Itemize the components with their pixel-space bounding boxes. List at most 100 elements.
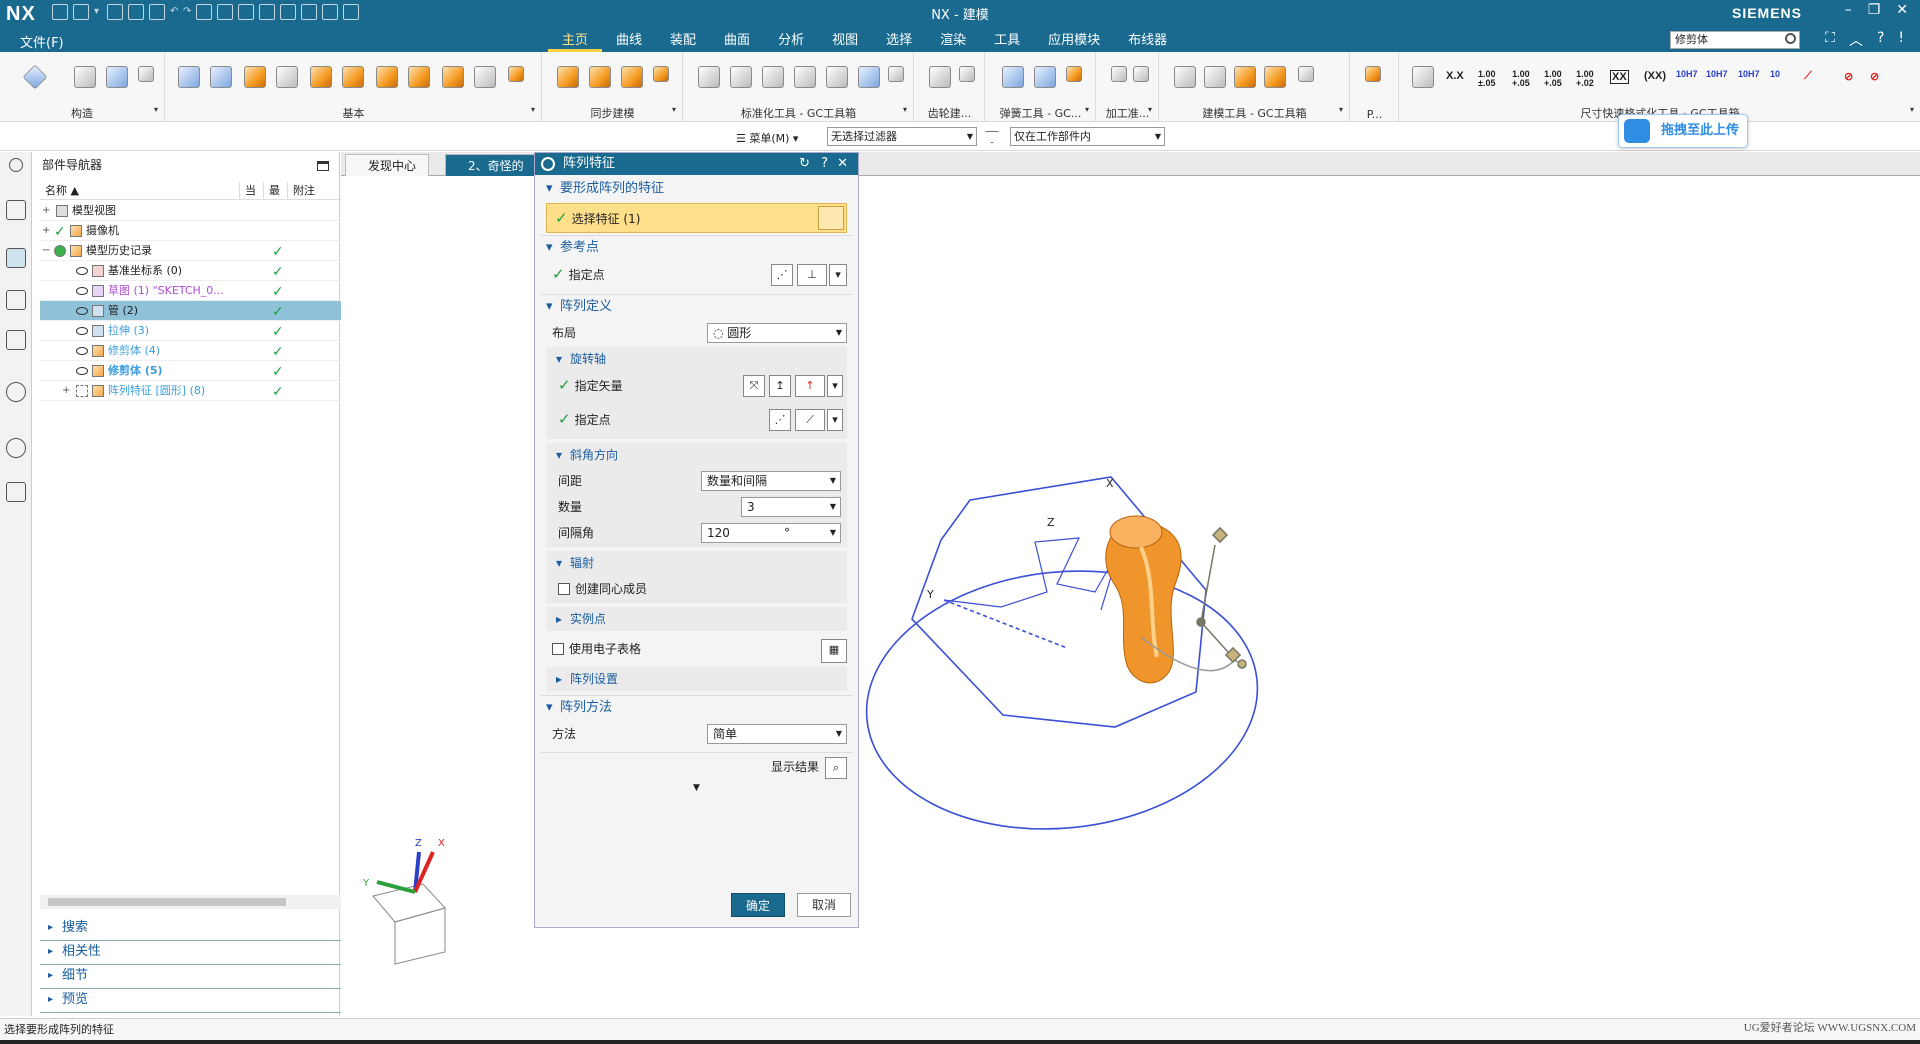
expand-toggle[interactable]: + (42, 221, 52, 241)
machining-icon[interactable] (1111, 66, 1127, 82)
chamfer-icon[interactable] (376, 66, 398, 88)
spring-3-icon[interactable] (1066, 66, 1082, 82)
section-preview[interactable]: 预览 (40, 989, 370, 1013)
constraint-navigator-icon[interactable] (6, 290, 26, 310)
eye-icon[interactable] (76, 287, 88, 295)
col-current[interactable]: 当 (240, 182, 264, 199)
scroll-thumb[interactable] (48, 898, 286, 906)
gc-tool-1-icon[interactable] (698, 66, 720, 88)
settings-gear-icon[interactable] (9, 158, 23, 172)
reuse-library-icon[interactable] (6, 330, 26, 350)
fit-2-icon[interactable]: 10H7 (1706, 70, 1728, 79)
hole-icon[interactable] (310, 66, 332, 88)
block-header[interactable]: 阵列定义 (540, 295, 853, 319)
horizontal-scrollbar[interactable] (40, 895, 370, 909)
reverse-direction-icon[interactable]: ⤧ (743, 375, 765, 397)
col-note[interactable]: 附注 (288, 182, 338, 199)
p-tool-icon[interactable] (1365, 66, 1381, 82)
delete-face-icon[interactable] (589, 66, 611, 88)
chevron-down-icon[interactable]: ▾ (827, 409, 843, 431)
tab-view[interactable]: 视图 (818, 32, 872, 52)
tree-row-model-views[interactable]: + 模型视图 (40, 201, 370, 221)
inferred-point-icon[interactable]: ⟋ (795, 409, 825, 431)
gc-tool-3-icon[interactable] (762, 66, 784, 88)
gc-tool-6-icon[interactable] (858, 66, 880, 88)
roles-icon[interactable] (6, 482, 26, 502)
web-browser-icon[interactable] (6, 382, 26, 402)
inferred-point-icon[interactable]: ⊥ (797, 264, 827, 286)
fit-4-icon[interactable]: 10 (1770, 70, 1780, 79)
pattern-feature-icon[interactable] (474, 66, 496, 88)
tree-row-extrude[interactable]: 拉伸 (3) ✓ (40, 321, 370, 341)
part-navigator-icon[interactable] (6, 248, 26, 268)
tolerance-icon[interactable]: 1.00 ±.05 (1478, 70, 1496, 88)
tree-row-cameras[interactable]: + ✓ 摄像机 (40, 221, 370, 241)
chevron-down-icon[interactable]: ▾ (531, 105, 535, 114)
close-icon[interactable]: ✕ (837, 153, 848, 175)
chevron-down-icon[interactable]: ▾ (1148, 105, 1152, 114)
select-feature-field[interactable]: ✓ 选择特征 (1) (546, 203, 847, 233)
extrude-icon[interactable] (178, 66, 200, 88)
arrow-tool-icon[interactable]: ⟋ (1804, 70, 1812, 83)
draft-icon[interactable] (442, 66, 464, 88)
gear-icon[interactable] (929, 66, 951, 88)
magnifier-icon[interactable]: ⌕ (825, 757, 847, 779)
chevron-down-icon[interactable]: ▾ (154, 105, 158, 114)
tree-row-model-history[interactable]: − 模型历史记录 ✓ (40, 241, 370, 261)
chevron-down-icon[interactable]: ▾ (829, 264, 847, 286)
file-menu[interactable]: 文件(F) (20, 32, 64, 51)
eye-icon[interactable] (76, 347, 88, 355)
col-name[interactable]: 名称 ▲ (40, 182, 240, 199)
view-triad[interactable]: Z X Y (362, 838, 446, 965)
subblock-header[interactable]: 实例点 (546, 607, 847, 631)
specify-point2-row[interactable]: ✓ 指定点 ⋰ ⟋ ▾ (546, 405, 847, 439)
tab-render[interactable]: 渲染 (926, 32, 980, 52)
filter-icon[interactable] (985, 131, 999, 143)
eye-icon[interactable] (76, 267, 88, 275)
move-face-icon[interactable] (557, 66, 579, 88)
concentric-checkbox[interactable] (558, 583, 570, 595)
restore-icon[interactable]: ❐ (1868, 2, 1881, 18)
gc-tool-7-icon[interactable] (888, 66, 904, 82)
unite-icon[interactable] (508, 66, 524, 82)
more-options-chevron-icon[interactable]: ▼ (540, 783, 853, 799)
fullscreen-icon[interactable]: ⛶ (1825, 30, 1835, 50)
spacing-dropdown[interactable]: 数量和间隔 ▼ (701, 471, 841, 491)
ref-xx-icon[interactable]: (XX) (1644, 70, 1666, 82)
eye-icon[interactable] (76, 367, 88, 375)
tree-row-pattern-feature[interactable]: + 阵列特征 [圆形] (8) ✓ (40, 381, 370, 401)
cylinder-icon[interactable] (276, 66, 298, 88)
tab-analysis[interactable]: 分析 (764, 32, 818, 52)
dimension-icon[interactable] (1412, 66, 1434, 88)
specify-point-row[interactable]: ✓ 指定点 ⋰ ⊥ ▾ (540, 260, 853, 294)
tree-row-sketch[interactable]: 草图 (1) "SKETCH_0... ✓ (40, 281, 370, 301)
pitch-angle-input[interactable]: 120 ° ▼ (701, 523, 841, 543)
alert-icon[interactable]: ! (1898, 30, 1904, 50)
show-result-row[interactable]: 显示结果 ⌕ (540, 753, 853, 783)
xx-icon[interactable]: X.X (1446, 70, 1464, 82)
fit-3-icon[interactable]: 10H7 (1738, 70, 1760, 79)
baidu-upload-button[interactable]: 拖拽至此上传 (1618, 114, 1748, 148)
method-dropdown[interactable]: 简单 ▼ (707, 724, 847, 744)
tab-assembly[interactable]: 装配 (656, 32, 710, 52)
datum-plane-icon[interactable] (22, 64, 48, 90)
block-header[interactable]: 参考点 (540, 236, 853, 260)
ok-button[interactable]: 确定 (731, 893, 785, 917)
spreadsheet-icon[interactable]: ▦ (821, 639, 847, 663)
chevron-down-icon[interactable]: ▾ (827, 375, 843, 397)
scope-dropdown[interactable]: 仅在工作部件内 ▼ (1010, 127, 1165, 146)
eye-icon[interactable] (76, 307, 88, 315)
arrow-tool-3-icon[interactable]: ⊘ (1870, 70, 1879, 83)
chevron-down-icon[interactable]: ▾ (1085, 105, 1089, 114)
type-filter-dropdown[interactable]: 无选择过滤器 ▼ (827, 127, 977, 146)
maximize-icon[interactable] (317, 161, 329, 171)
gc-model-icon[interactable] (1234, 66, 1256, 88)
spring-2-icon[interactable] (1034, 66, 1056, 88)
sketch-icon[interactable] (74, 66, 96, 88)
machining-2-icon[interactable] (1133, 66, 1149, 82)
col-latest[interactable]: 最 (264, 182, 288, 199)
help-icon[interactable]: ? (1877, 30, 1884, 50)
replace-face-icon[interactable] (621, 66, 643, 88)
help-icon[interactable]: ? (821, 153, 828, 175)
gc-model-3-icon[interactable] (1298, 66, 1314, 82)
